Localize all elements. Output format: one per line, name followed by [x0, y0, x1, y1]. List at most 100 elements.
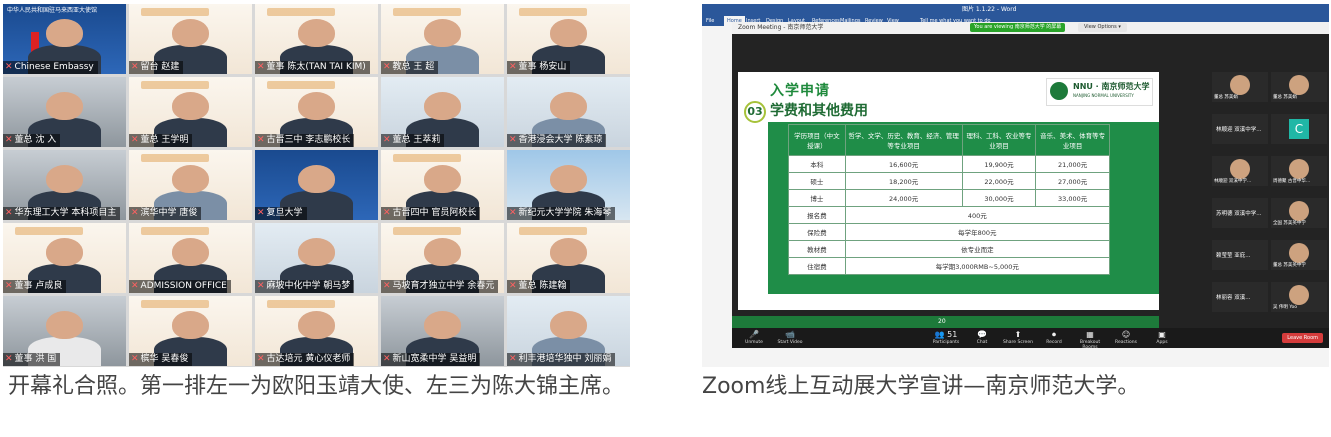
participant-name-text: 董事 洪 国 [14, 354, 57, 364]
embassy-headline: 中华人民共和国驻马来西亚大使馆 [7, 7, 98, 14]
table-header-cell: 哲学、文学、历史、教育、经济、管理等专业项目 [844, 124, 963, 156]
view-options-button[interactable]: View Options ▾ [1078, 23, 1127, 32]
word-title-bar: 图片 1.1.22 - Word [702, 4, 1329, 16]
section-number: 03 [744, 101, 766, 123]
participant-tile: ✕ 香港浸会大学 陈素琼 [507, 77, 630, 147]
participant-name: ✕ 利丰港培华独中 刘丽娟 [507, 353, 616, 366]
participant-face [1289, 243, 1309, 263]
participant-face [550, 92, 587, 121]
participant-face [424, 238, 461, 267]
participant-tile: ✕ 古晋三中 李志鹏校长 [255, 77, 378, 147]
participant-face [550, 311, 587, 340]
muted-mic-icon: ✕ [509, 281, 517, 291]
record-icon: ⏺ [1052, 330, 1056, 339]
initial-avatar: C [1289, 119, 1309, 139]
participant-name-text: 董事 陈太(TAN TAI KIM) [266, 62, 366, 72]
table-header-cell: 理科、工科、农业等专业项目 [961, 124, 1037, 156]
left-caption: 开幕礼合照。第一排左一为欧阳玉靖大使、左三为陈大锦主席。 [8, 374, 625, 399]
participant-name-text: 留台 赵建 [140, 62, 180, 72]
participant-face [298, 311, 335, 340]
participant-name-text: 苏明德 双溪中学... [1216, 211, 1262, 217]
university-logo: NNU · 南京师范大学 NANJING NORMAL UNIVERSITY [1046, 78, 1153, 106]
table-header-row: 学历项目（中文授课） 哲学、文学、历史、教育、经济、管理等专业项目 理科、工科、农业… [788, 124, 1110, 156]
participant-name-text: 董总 苏美娟 [1214, 95, 1238, 100]
gallery-participant[interactable]: 林丽容 双溪... [1212, 282, 1268, 312]
toolbar-start-video-button[interactable]: 📹 Start Video [772, 330, 808, 345]
participant-name-text: 周德聚 古晋中华... [1273, 179, 1311, 184]
gallery-participant[interactable]: 赖莹莹 亚庇... [1212, 240, 1268, 270]
participant-tile: ✕ 董事 陈太(TAN TAI KIM) [255, 4, 378, 74]
toolbar-label: Participants [932, 340, 960, 345]
participant-name: ✕ 滨华中学 唐俊 [129, 207, 202, 220]
participant-tile: 中华人民共和国驻马来西亚大使馆 ✕ Chinese Embassy [3, 4, 126, 74]
toolbar-breakout-rooms-button[interactable]: ▦ Breakout Rooms [1072, 330, 1108, 350]
ribbon-tab[interactable]: File [706, 16, 714, 26]
participant-name: ✕ 董事 卢成良 [3, 280, 67, 293]
muted-mic-icon: ✕ [131, 281, 139, 291]
participant-name-text: 董总 苏美英中学 [1273, 263, 1306, 268]
table-cell: 报名费 [788, 206, 846, 224]
participant-face [172, 19, 209, 48]
table-row: 保险费 每学年800元 [788, 223, 1111, 241]
toolbar-label: Share Screen [1003, 340, 1033, 345]
participant-tile: ✕ 华东理工大学 本科项目主 [3, 150, 126, 220]
participant-tile: ✕ 董事 卢成良 [3, 223, 126, 293]
participant-face [46, 311, 83, 340]
participant-tile: ✕ 董总 王学明 [129, 77, 252, 147]
share-screen-icon: ⬆ [1014, 330, 1022, 339]
muted-mic-icon: ✕ [383, 208, 391, 218]
table-row: 硕士 18,200元 22,000元 27,000元 [788, 172, 1110, 190]
table-cell: 保险费 [788, 223, 846, 241]
muted-mic-icon: ✕ [383, 62, 391, 72]
table-cell: 每学期3,000RMB~5,000元 [844, 257, 1111, 275]
toolbar-apps-button[interactable]: ▣ Apps [1144, 330, 1180, 345]
participant-name: ✕ 董事 陈太(TAN TAI KIM) [255, 61, 370, 74]
table-cell: 硕士 [788, 172, 846, 190]
participant-tile: ✕ 留台 赵建 [129, 4, 252, 74]
participant-name-text: 董总 王萃莉 [392, 135, 441, 145]
participant-name: ✕ 董总 沈 入 [3, 134, 61, 147]
gallery-participant[interactable]: 董总 苏美英中学 [1271, 240, 1327, 270]
participant-face [550, 238, 587, 267]
toolbar-record-button[interactable]: ⏺ Record [1036, 330, 1072, 345]
muted-mic-icon: ✕ [509, 354, 517, 364]
toolbar-reactions-button[interactable]: ☺ Reactions [1108, 330, 1144, 345]
participant-name-text: 麻坡中化中学 朝马梦 [266, 281, 351, 291]
participant-face [46, 19, 83, 48]
participant-tile: ✕ 新纪元大学学院 朱海琴 [507, 150, 630, 220]
table-cell: 22,000元 [961, 172, 1037, 190]
participant-tile: ✕ 董事 杨安山 [507, 4, 630, 74]
slide-footer: 20 [732, 316, 1159, 328]
gallery-participant[interactable]: 林顺迎 双溪中学... [1212, 114, 1268, 144]
table-cell: 33,000元 [1035, 189, 1110, 207]
participant-name-text: 林丽容 双溪... [1216, 295, 1251, 301]
gallery-participant[interactable]: 董总 苏美娟 [1271, 72, 1327, 102]
toolbar-label: Unmute [745, 340, 763, 345]
muted-mic-icon: ✕ [383, 354, 391, 364]
participant-name-text: ADMISSION OFFICE [140, 281, 227, 291]
participant-face [298, 238, 335, 267]
toolbar-share-screen-button[interactable]: ⬆ Share Screen [1000, 330, 1036, 345]
gallery-participant[interactable]: 苏明德 双溪中学... [1212, 198, 1268, 228]
participant-name: ✕ 新山宽柔中学 吴益明 [381, 353, 481, 366]
participant-name: ✕ Chinese Embassy [3, 61, 98, 74]
toolbar-chat-button[interactable]: 💬 Chat [964, 330, 1000, 345]
gallery-participant[interactable]: 吴 伟明 Yoo [1271, 282, 1327, 312]
participant-name-text: 林顺迎 双溪中学... [1216, 127, 1262, 133]
gallery-participant[interactable]: C [1271, 114, 1327, 144]
gallery-participant[interactable]: 林顺迎 双溪中学... [1212, 156, 1268, 186]
participant-name: ✕ 董总 陈建翰 [507, 280, 571, 293]
participant-face [172, 92, 209, 121]
zoom-screenshot: 图片 1.1.22 - Word File Home Insert Design Lay… [702, 4, 1329, 367]
toolbar-unmute-button[interactable]: 🎤 Unmute [736, 330, 772, 345]
leave-room-button[interactable]: Leave Room [1282, 333, 1323, 343]
gallery-participant[interactable]: 周德聚 古晋中华... [1271, 156, 1327, 186]
table-row: 教材费 依专业而定 [788, 240, 1111, 258]
fee-table: 学历项目（中文授课） 哲学、文学、历史、教育、经济、管理等专业项目 理科、工科、农业… [788, 124, 1111, 275]
participant-name: ✕ 董总 王萃莉 [381, 134, 445, 147]
gallery-participant[interactable]: 董总 苏美娟 [1212, 72, 1268, 102]
participant-name-text: 槟华 吴春俊 [140, 354, 189, 364]
participant-face [550, 165, 587, 194]
gallery-participant[interactable]: 全国 苏美英中学 [1271, 198, 1327, 228]
toolbar-participants-button[interactable]: 👥 51 Participants [928, 330, 964, 345]
